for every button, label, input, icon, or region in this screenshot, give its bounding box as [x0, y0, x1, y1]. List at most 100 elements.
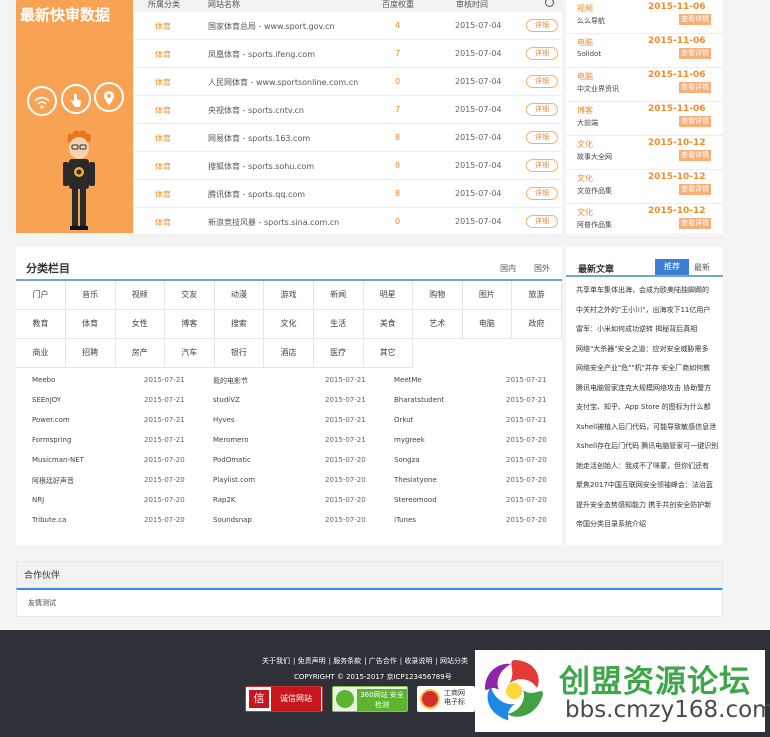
site-link[interactable]: PodOmatic: [213, 456, 251, 464]
category-link[interactable]: 图片: [462, 281, 513, 310]
detail-button[interactable]: 详细: [526, 19, 558, 32]
view-detail-button[interactable]: 查看详情: [679, 82, 711, 93]
row-category[interactable]: 体育: [155, 133, 171, 144]
category-link[interactable]: 游戏: [264, 281, 314, 310]
view-detail-button[interactable]: 查看详情: [679, 150, 711, 161]
category-link[interactable]: 体育: [65, 310, 116, 339]
category-link[interactable]: 交友: [164, 281, 215, 310]
site-link[interactable]: mygreek: [394, 436, 425, 444]
view-detail-button[interactable]: 查看详情: [679, 184, 711, 195]
category-link[interactable]: 其它: [363, 339, 414, 368]
detail-button[interactable]: 详细: [526, 47, 558, 60]
item-site-name[interactable]: 文览作品集: [577, 186, 612, 196]
row-site-name[interactable]: 腾讯体育 - sports.qq.com: [208, 189, 305, 200]
article-link[interactable]: 聚焦2017中国互联网安全领袖峰会：法治蓝: [576, 480, 719, 490]
site-link[interactable]: Songza: [394, 456, 420, 464]
row-site-name[interactable]: 凤凰体育 - sports.ifeng.com: [208, 49, 315, 60]
site-link[interactable]: SEEnJOY: [32, 396, 61, 404]
category-link[interactable]: 政府: [512, 310, 562, 339]
site-link[interactable]: MeetMe: [394, 376, 422, 384]
footer-link-categories[interactable]: 网站分类: [440, 657, 468, 665]
row-site-name[interactable]: 新浪竞技风暴 - sports.sina.com.cn: [208, 217, 339, 228]
article-link[interactable]: 共享单车集体出海，会成为欧美陆独脚踢的: [576, 285, 719, 295]
item-site-name[interactable]: 阿普作品集: [577, 220, 612, 230]
row-category[interactable]: 体育: [155, 49, 171, 60]
site-link[interactable]: studiVZ: [213, 396, 240, 404]
category-link[interactable]: 汽车: [164, 339, 215, 368]
detail-button[interactable]: 详细: [526, 131, 558, 144]
category-link[interactable]: 旅游: [512, 281, 562, 310]
item-site-name[interactable]: 大前端: [577, 118, 598, 128]
category-link[interactable]: 电脑: [462, 310, 513, 339]
row-site-name[interactable]: 央视体育 - sports.cntv.cn: [208, 105, 304, 116]
site-link[interactable]: Rap2K: [213, 496, 236, 504]
row-site-name[interactable]: 人民网体育 - www.sportsonline.com.cn: [208, 77, 358, 88]
item-site-name[interactable]: 中文业界资讯: [577, 84, 619, 94]
category-link[interactable]: 新闻: [313, 281, 364, 310]
site-link[interactable]: 氮的电影节: [213, 376, 248, 386]
site-link[interactable]: Orkut: [394, 416, 413, 424]
row-category[interactable]: 体育: [155, 77, 171, 88]
row-category[interactable]: 体育: [155, 217, 171, 228]
site-link[interactable]: Musicman-NET: [32, 456, 84, 464]
site-link[interactable]: Hyves: [213, 416, 235, 424]
detail-button[interactable]: 详细: [526, 75, 558, 88]
site-link[interactable]: Bharatstudent: [394, 396, 444, 404]
row-site-name[interactable]: 国家体育总局 - www.sport.gov.cn: [208, 21, 335, 32]
footer-link-ads[interactable]: 广告合作: [369, 657, 397, 665]
site-link[interactable]: Soundsnap: [213, 516, 252, 524]
article-link[interactable]: 帝国分类目录系统介绍: [576, 519, 719, 529]
tab-domestic[interactable]: 国内: [500, 263, 516, 274]
view-detail-button[interactable]: 查看详情: [679, 48, 711, 59]
article-link[interactable]: 支付宝、知乎、App Store 的图标为什么都: [576, 402, 719, 412]
article-link[interactable]: 她走活创始人：我成不了咪蒙，但你们还有: [576, 461, 719, 471]
category-link[interactable]: 文化: [264, 310, 314, 339]
article-link[interactable]: Xshell被植入后门代码，可能导致敏感信息泄: [576, 422, 719, 432]
item-category[interactable]: 电脑: [577, 37, 593, 48]
tab-foreign[interactable]: 国外: [534, 263, 550, 274]
article-link[interactable]: 雷军：小米如何成功逆转 揭秘背后真相: [576, 324, 719, 334]
category-link[interactable]: 艺术: [412, 310, 463, 339]
site-link[interactable]: Tribute.ca: [32, 516, 66, 524]
category-link[interactable]: 视频: [115, 281, 166, 310]
category-link[interactable]: 酒店: [264, 339, 314, 368]
refresh-icon[interactable]: [545, 0, 554, 7]
category-link[interactable]: 银行: [214, 339, 265, 368]
article-link[interactable]: 网络"大杀器"安全之道：应对安全威胁需多: [576, 344, 719, 354]
article-link[interactable]: Xshell存在后门代码 腾讯电脑管家可一键识别: [576, 441, 719, 451]
site-link[interactable]: Meromero: [213, 436, 249, 444]
row-category[interactable]: 体育: [155, 189, 171, 200]
category-link[interactable]: 医疗: [313, 339, 364, 368]
tab-latest[interactable]: 最新: [694, 262, 710, 273]
detail-button[interactable]: 详细: [526, 187, 558, 200]
category-link[interactable]: 搜索: [214, 310, 265, 339]
detail-button[interactable]: 详细: [526, 103, 558, 116]
row-site-name[interactable]: 搜狐体育 - sports.sohu.com: [208, 161, 314, 172]
item-category[interactable]: 视频: [577, 3, 593, 14]
site-link[interactable]: Power.com: [32, 416, 70, 424]
row-category[interactable]: 体育: [155, 161, 171, 172]
article-link[interactable]: 腾讯电脑管家连克大规模网络攻击 协助警方: [576, 383, 719, 393]
footer-link-inclusion[interactable]: 收录说明: [404, 657, 432, 665]
site-link[interactable]: Formspring: [32, 436, 71, 444]
security-360-badge[interactable]: 360网站 安全检测: [332, 686, 408, 712]
view-detail-button[interactable]: 查看详情: [679, 116, 711, 127]
partner-link[interactable]: 友情测试: [28, 598, 56, 608]
category-link[interactable]: 美食: [363, 310, 414, 339]
row-category[interactable]: 体育: [155, 105, 171, 116]
category-link[interactable]: 明星: [363, 281, 414, 310]
item-site-name[interactable]: Solidot: [577, 50, 601, 58]
item-site-name[interactable]: 故事大全网: [577, 152, 612, 162]
category-link[interactable]: 商业: [16, 339, 66, 368]
item-category[interactable]: 文化: [577, 173, 593, 184]
site-link[interactable]: NRJ: [32, 496, 44, 504]
detail-button[interactable]: 详细: [526, 215, 558, 228]
article-link[interactable]: 提升安全态势感知能力 携手共创安全防护新: [576, 500, 719, 510]
category-link[interactable]: 教育: [16, 310, 66, 339]
business-badge[interactable]: 工商网 电子标: [417, 686, 475, 712]
site-link[interactable]: Meebo: [32, 376, 55, 384]
trust-site-badge[interactable]: 信 诚信网站: [245, 686, 323, 712]
view-detail-button[interactable]: 查看详情: [679, 14, 711, 25]
category-link[interactable]: 动漫: [214, 281, 265, 310]
view-detail-button[interactable]: 查看详情: [679, 218, 711, 229]
